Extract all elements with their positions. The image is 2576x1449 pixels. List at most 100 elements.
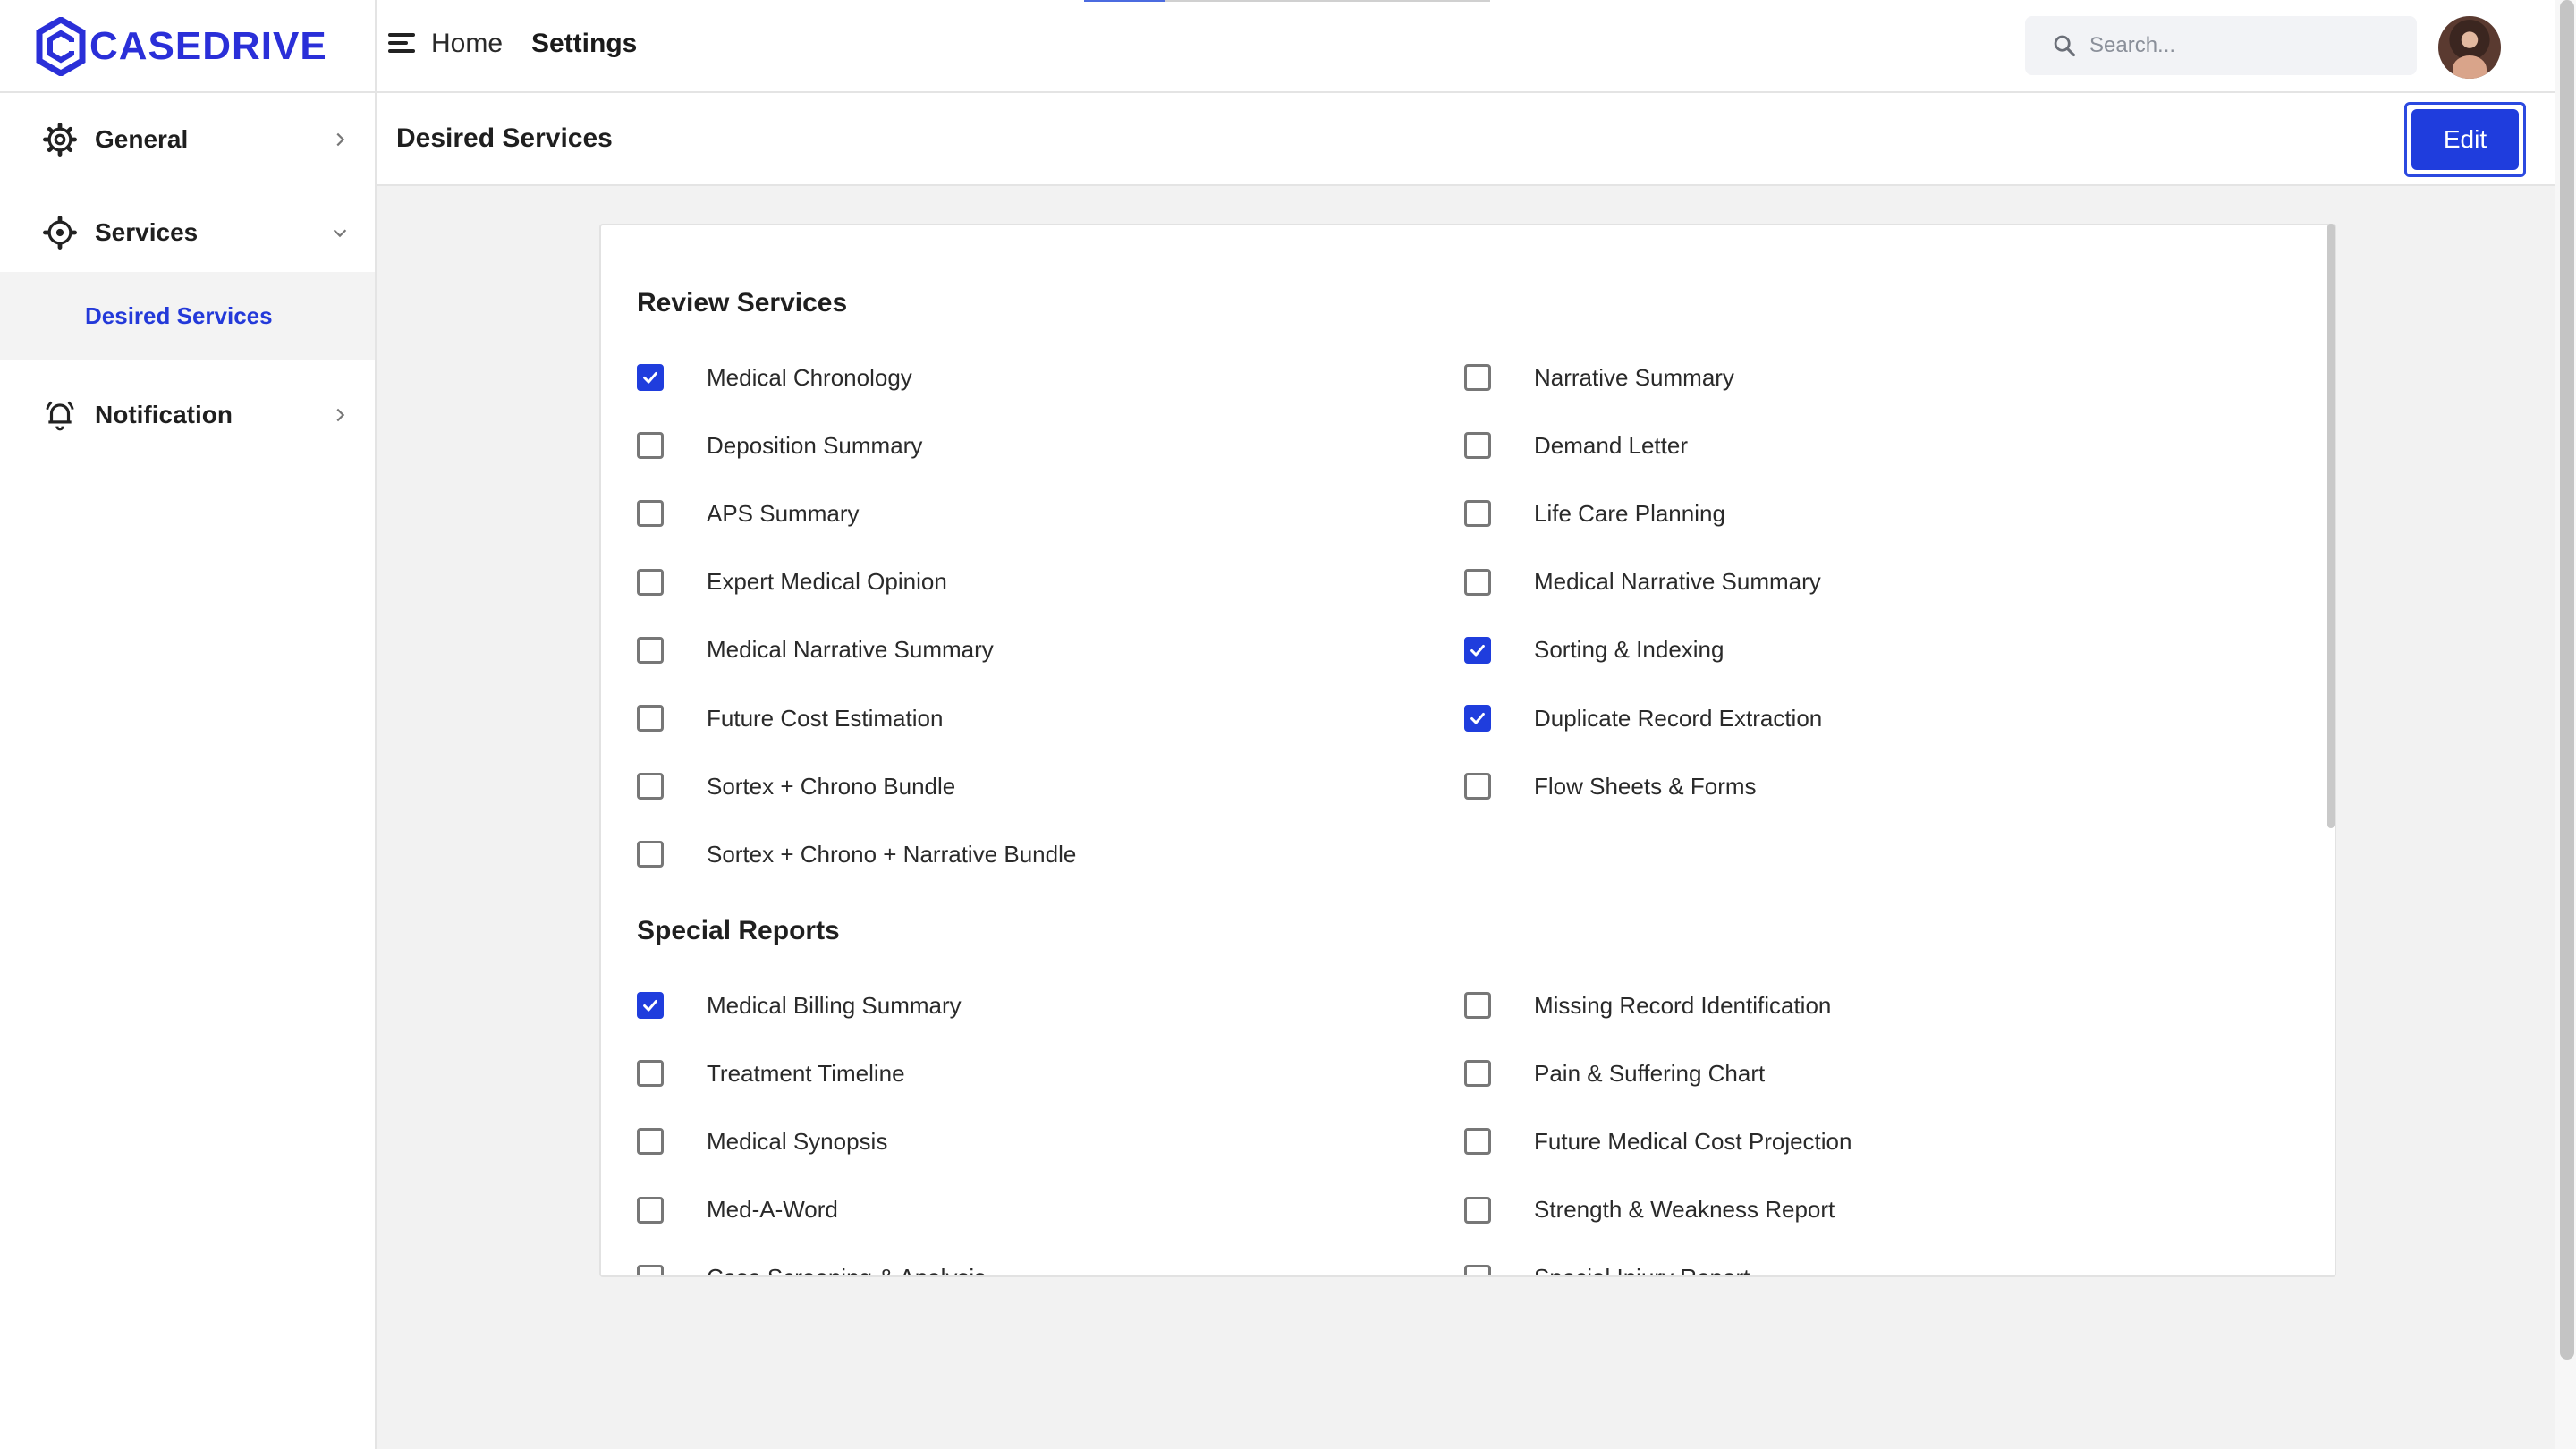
- service-option-label: Expert Medical Opinion: [707, 568, 947, 596]
- service-option-label: Medical Chronology: [707, 363, 912, 391]
- checkbox-unchecked[interactable]: [1464, 1128, 1491, 1156]
- service-option-label: APS Summary: [707, 499, 860, 527]
- user-avatar[interactable]: [2438, 16, 2501, 79]
- edit-button-focus-ring: Edit: [2404, 102, 2526, 177]
- checkbox-unchecked[interactable]: [1464, 1060, 1491, 1088]
- service-option[interactable]: Medical Narrative Summary: [1464, 564, 1821, 600]
- checkmark-icon: [1470, 712, 1485, 724]
- casedrive-hexagon-icon: [36, 17, 86, 76]
- service-option-label: Demand Letter: [1534, 431, 1688, 459]
- logo-text: CASEDRIVE: [89, 24, 327, 68]
- breadcrumb-current-page: Settings: [531, 29, 638, 58]
- checkmark-icon: [643, 371, 657, 384]
- services-card-content[interactable]: Review Services Special Reports Medical …: [601, 225, 2334, 1275]
- service-option[interactable]: Medical Billing Summary: [637, 987, 962, 1023]
- service-option-label: Strength & Weakness Report: [1534, 1196, 1835, 1224]
- checkbox-unchecked[interactable]: [1464, 773, 1491, 801]
- service-option-label: Sorting & Indexing: [1534, 636, 1724, 664]
- checkbox-unchecked[interactable]: [637, 636, 664, 664]
- breadcrumb-home-link[interactable]: Home: [431, 29, 503, 59]
- service-option-label: Special Injury Report: [1534, 1264, 1750, 1275]
- checkbox-unchecked[interactable]: [637, 1128, 664, 1156]
- service-option-label: Duplicate Record Extraction: [1534, 704, 1823, 732]
- chevron-down-icon: [333, 229, 347, 238]
- service-option[interactable]: Demand Letter: [1464, 428, 1688, 463]
- service-option[interactable]: Sortex + Chrono Bundle: [637, 768, 955, 804]
- service-option[interactable]: Expert Medical Opinion: [637, 564, 947, 600]
- search-icon: [2054, 35, 2076, 57]
- checkbox-checked[interactable]: [1464, 636, 1491, 664]
- service-option[interactable]: APS Summary: [637, 496, 860, 531]
- checkbox-unchecked[interactable]: [1464, 432, 1491, 460]
- service-option-label: Pain & Suffering Chart: [1534, 1059, 1766, 1087]
- sidebar-divider: [375, 0, 377, 1449]
- sidebar: General Services Desired Services Notifi…: [0, 93, 375, 1449]
- service-option[interactable]: Future Medical Cost Projection: [1464, 1123, 1852, 1159]
- page-scrollbar[interactable]: [2560, 0, 2574, 1360]
- checkbox-unchecked[interactable]: [637, 841, 664, 869]
- service-option[interactable]: Medical Chronology: [637, 360, 912, 395]
- top-header: CASEDRIVE Home Settings: [0, 0, 2555, 93]
- casedrive-logo[interactable]: CASEDRIVE: [36, 14, 327, 79]
- services-gear-icon: [43, 216, 77, 250]
- checkmark-icon: [1470, 644, 1485, 657]
- checkbox-unchecked[interactable]: [637, 500, 664, 528]
- sidebar-item-notification[interactable]: Notification: [0, 369, 375, 462]
- service-option[interactable]: Special Injury Report: [1464, 1260, 1750, 1275]
- sidebar-item-desired-services-label: Desired Services: [85, 301, 273, 329]
- checkbox-unchecked[interactable]: [1464, 1264, 1491, 1275]
- checkbox-checked[interactable]: [637, 992, 664, 1019]
- service-option[interactable]: Med-A-Word: [637, 1192, 838, 1228]
- service-option[interactable]: Life Care Planning: [1464, 496, 1725, 531]
- service-option[interactable]: Duplicate Record Extraction: [1464, 700, 1822, 736]
- checkbox-checked[interactable]: [637, 364, 664, 391]
- services-card: Review Services Special Reports Medical …: [599, 224, 2336, 1277]
- service-option[interactable]: Future Cost Estimation: [637, 700, 943, 736]
- checkbox-unchecked[interactable]: [1464, 568, 1491, 596]
- checkbox-unchecked[interactable]: [637, 773, 664, 801]
- service-option[interactable]: Medical Synopsis: [637, 1123, 887, 1159]
- checkbox-checked[interactable]: [1464, 705, 1491, 732]
- sidebar-item-general[interactable]: General: [0, 93, 375, 186]
- edit-button[interactable]: Edit: [2411, 109, 2519, 170]
- service-option[interactable]: Strength & Weakness Report: [1464, 1192, 1835, 1228]
- checkbox-unchecked[interactable]: [1464, 992, 1491, 1019]
- service-option-label: Treatment Timeline: [707, 1059, 905, 1087]
- section-title-review-services: Review Services: [637, 288, 848, 318]
- service-option-label: Med-A-Word: [707, 1196, 838, 1224]
- section-title-special-reports: Special Reports: [637, 916, 840, 945]
- service-option[interactable]: Deposition Summary: [637, 428, 922, 463]
- checkbox-unchecked[interactable]: [637, 1060, 664, 1088]
- checkbox-unchecked[interactable]: [1464, 364, 1491, 391]
- service-option-label: Life Care Planning: [1534, 499, 1725, 527]
- service-option[interactable]: Case Screening & Analysis: [637, 1260, 986, 1275]
- service-option[interactable]: Missing Record Identification: [1464, 987, 1831, 1023]
- checkbox-unchecked[interactable]: [1464, 1196, 1491, 1224]
- checkbox-unchecked[interactable]: [637, 568, 664, 596]
- service-option[interactable]: Pain & Suffering Chart: [1464, 1055, 1765, 1091]
- search-box[interactable]: [2025, 16, 2417, 75]
- checkbox-unchecked[interactable]: [637, 1264, 664, 1275]
- service-option[interactable]: Sorting & Indexing: [1464, 632, 1724, 668]
- gear-icon: [43, 123, 77, 157]
- search-input[interactable]: [2089, 33, 2394, 58]
- checkbox-unchecked[interactable]: [1464, 500, 1491, 528]
- checkbox-unchecked[interactable]: [637, 705, 664, 732]
- service-option[interactable]: Narrative Summary: [1464, 360, 1734, 395]
- service-option[interactable]: Sortex + Chrono + Narrative Bundle: [637, 836, 1076, 872]
- checkbox-unchecked[interactable]: [637, 1196, 664, 1224]
- service-option[interactable]: Treatment Timeline: [637, 1055, 905, 1091]
- chevron-right-icon: [336, 408, 345, 422]
- bell-icon: [46, 401, 74, 431]
- page-load-progress: [1084, 0, 1490, 2]
- service-option-label: Medical Narrative Summary: [707, 636, 994, 664]
- sidebar-item-desired-services[interactable]: Desired Services: [0, 272, 375, 360]
- sidebar-item-general-label: General: [95, 125, 189, 153]
- menu-toggle-icon[interactable]: [388, 29, 424, 64]
- card-scrollbar[interactable]: [2327, 224, 2334, 828]
- checkbox-unchecked[interactable]: [637, 432, 664, 460]
- service-option[interactable]: Medical Narrative Summary: [637, 632, 994, 668]
- service-option[interactable]: Flow Sheets & Forms: [1464, 768, 1757, 804]
- sidebar-item-services[interactable]: Services: [0, 186, 375, 279]
- page-subheader: Desired Services: [377, 93, 2555, 186]
